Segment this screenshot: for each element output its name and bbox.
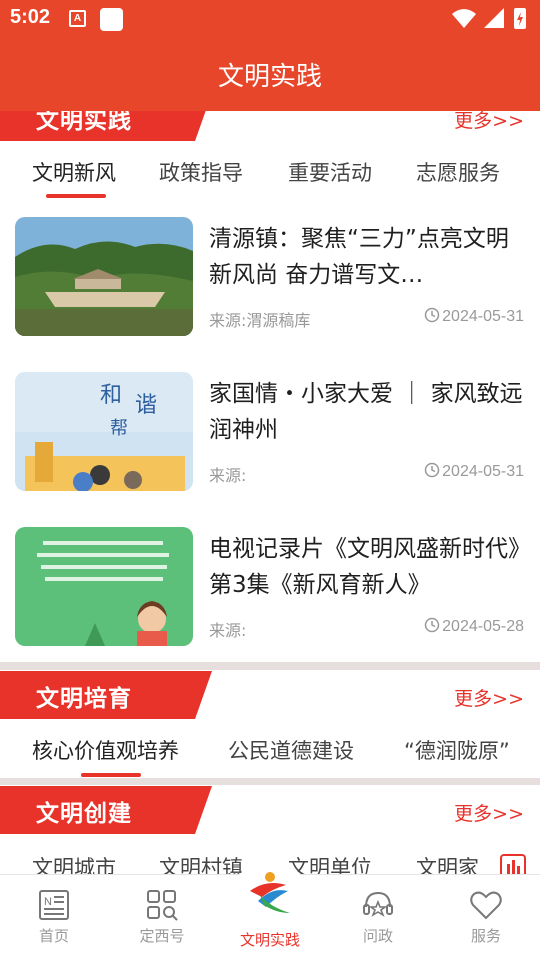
section-divider <box>0 662 540 670</box>
tab-policy-guidance[interactable]: 政策指导 <box>159 157 243 187</box>
bottom-navigation: N 首页 定西号 文明实践 问政 服务 <box>0 857 540 960</box>
section-title: 文明创建 <box>36 801 132 827</box>
section-title: 文明培育 <box>36 686 132 712</box>
nav-label: 文明实践 <box>239 931 300 949</box>
clock-icon <box>424 617 440 633</box>
news-thumbnail: 和 谐 帮 <box>15 372 193 491</box>
svg-text:谐: 谐 <box>135 393 157 418</box>
tab-volunteer-service[interactable]: 志愿服务 <box>416 157 500 187</box>
news-thumbnail <box>15 217 193 336</box>
nav-label: 定西号 <box>139 927 185 945</box>
section-divider <box>0 778 540 785</box>
newspaper-icon: N <box>39 890 69 920</box>
news-date: 2024-05-31 <box>424 307 524 326</box>
nav-service[interactable]: 服务 <box>432 875 540 960</box>
status-time: 5:02 <box>10 6 51 28</box>
news-title: 清源镇：聚焦“三力”点亮文明新风尚 奋力谱写文… <box>209 226 509 288</box>
status-icons <box>452 8 526 29</box>
list-item[interactable]: 清源镇：聚焦“三力”点亮文明新风尚 奋力谱写文… 来源:渭源稿库 2024-05… <box>0 217 540 337</box>
tab-core-values[interactable]: 核心价值观培养 <box>32 735 179 765</box>
clock-icon <box>424 462 440 478</box>
nav-label: 首页 <box>38 927 69 945</box>
tab-civic-morality[interactable]: 公民道德建设 <box>228 735 354 765</box>
svg-text:N: N <box>44 896 52 908</box>
heart-icon <box>470 891 502 920</box>
news-date: 2024-05-28 <box>424 617 524 636</box>
tab-civilized-family[interactable]: 文明家 <box>416 852 479 874</box>
notification-square-icon <box>100 8 123 31</box>
section-civilization-cultivation-header: 文明培育 更多>> <box>0 671 540 719</box>
nav-inquiry[interactable]: 问政 <box>324 875 432 960</box>
list-item[interactable]: 电视记录片《文明风盛新时代》第3集《新风育新人》 来源: 2024-05-28 <box>0 527 540 647</box>
news-source: 来源: <box>209 621 247 640</box>
nav-label: 服务 <box>470 927 501 945</box>
civilization-logo-icon <box>236 857 304 925</box>
signal-icon <box>484 8 504 28</box>
tab-important-events[interactable]: 重要活动 <box>288 157 372 187</box>
section2-tabs: 核心价值观培养 公民道德建设 “德润陇原” <box>0 721 540 777</box>
svg-text:和: 和 <box>100 383 122 408</box>
news-source: 来源: <box>209 466 247 485</box>
news-title: 电视记录片《文明风盛新时代》第3集《新风育新人》 <box>209 536 520 598</box>
active-tab-indicator <box>81 773 141 777</box>
wifi-icon <box>452 9 476 28</box>
header-cover: 5:02 A 文明实践 <box>0 0 540 111</box>
active-tab-indicator <box>46 194 106 198</box>
news-title: 家国情・小家大爱 ｜ 家风致远润神州 <box>209 381 523 443</box>
notification-a-icon: A <box>69 10 86 27</box>
news-source: 来源:渭源稿库 <box>209 311 311 330</box>
battery-icon <box>514 8 526 29</box>
nav-label: 问政 <box>362 927 393 945</box>
section1-tabs: 文明新风 政策指导 重要活动 志愿服务 <box>0 143 540 199</box>
nav-civilization-practice[interactable]: 文明实践 <box>216 857 324 960</box>
nav-home[interactable]: N 首页 <box>0 875 108 960</box>
more-link[interactable]: 更多>> <box>454 684 524 711</box>
news-date: 2024-05-31 <box>424 462 524 481</box>
list-item[interactable]: 和 谐 帮 家国情・小家大爱 ｜ 家风致远润神州 来源: 2024-05-31 <box>0 372 540 492</box>
tab-civilized-city[interactable]: 文明城市 <box>32 852 116 874</box>
tab-civilized-village[interactable]: 文明村镇 <box>159 852 243 874</box>
clock-icon <box>424 307 440 323</box>
section-civilization-creation-header: 文明创建 更多>> <box>0 786 540 834</box>
more-link[interactable]: 更多>> <box>454 799 524 826</box>
tab-civilized-new-trend[interactable]: 文明新风 <box>32 157 116 187</box>
tab-derun-longyuan[interactable]: “德润陇原” <box>404 735 510 765</box>
page-title: 文明实践 <box>217 62 322 92</box>
grid-search-icon <box>147 890 178 921</box>
nav-dingxi[interactable]: 定西号 <box>108 875 216 960</box>
headset-star-icon <box>363 891 393 917</box>
svg-text:帮: 帮 <box>110 418 128 439</box>
news-thumbnail <box>15 527 193 646</box>
